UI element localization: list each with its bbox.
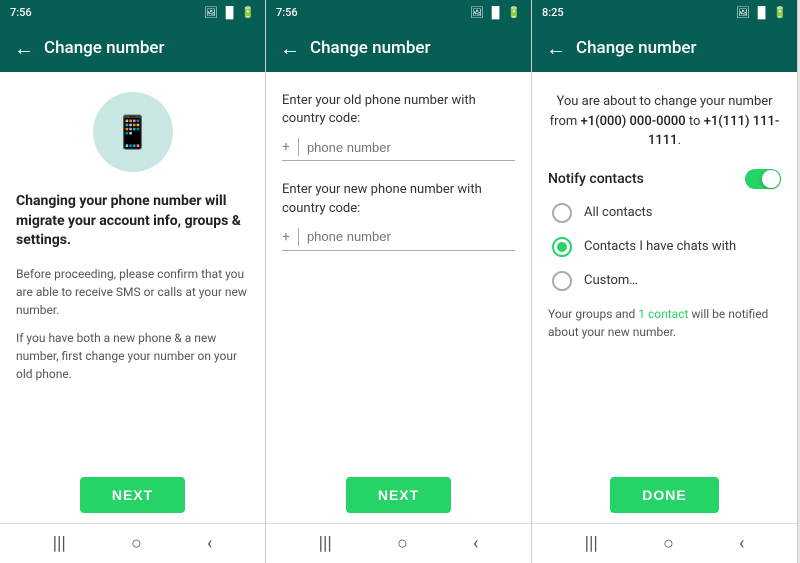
icon-container-1: 📱 [16, 92, 249, 172]
back-button-1[interactable]: ← [14, 36, 34, 61]
screen-3: 8:25 🖼 ▐▌ 🔋 ← Change number You are abou… [532, 0, 798, 563]
bottom-nav-1: ||| ○ ‹ [0, 523, 265, 563]
status-icons-3: 🖼 ▐▌ 🔋 [736, 6, 787, 19]
change-desc-mid: to [686, 114, 704, 129]
content-3: You are about to change your number from… [532, 72, 797, 523]
battery-icon: 🔋 [241, 6, 255, 19]
status-icons-1: 🖼 ▐▌ 🔋 [204, 6, 255, 19]
signal-icon-2: ▐▌ [488, 6, 504, 19]
phone-icon-circle: 📱 [93, 92, 173, 172]
toolbar-1: ← Change number [0, 24, 265, 72]
back-button-3[interactable]: ← [546, 36, 566, 61]
signal-icon-3: ▐▌ [754, 6, 770, 19]
toolbar-3: ← Change number [532, 24, 797, 72]
gallery-icon: 🖼 [204, 6, 218, 19]
old-number-display: +1(000) 000-0000 [581, 114, 686, 129]
back-nav-icon-1[interactable]: ‹ [207, 533, 212, 554]
new-number-label: Enter your new phone number with country… [282, 181, 515, 217]
next-button-1[interactable]: NEXT [80, 477, 185, 513]
divider-new [298, 228, 299, 246]
toolbar-title-2: Change number [310, 38, 431, 58]
radio-custom[interactable]: Custom… [548, 271, 781, 291]
groups-note-pre: Your groups and [548, 307, 638, 321]
main-heading-1: Changing your phone number will migrate … [16, 192, 249, 251]
done-btn-area: DONE [532, 477, 797, 513]
radio-chats-contacts[interactable]: Contacts I have chats with [548, 237, 781, 257]
bottom-nav-2: ||| ○ ‹ [266, 523, 531, 563]
radio-label-3: Custom… [584, 273, 638, 288]
battery-icon-2: 🔋 [507, 6, 521, 19]
next-button-2[interactable]: NEXT [346, 477, 451, 513]
radio-label-1: All contacts [584, 205, 653, 220]
content-2: Enter your old phone number with country… [266, 72, 531, 523]
divider-old [298, 138, 299, 156]
screen-2: 7:56 🖼 ▐▌ 🔋 ← Change number Enter your o… [266, 0, 532, 563]
toggle-thumb [762, 170, 780, 188]
menu-icon-2[interactable]: ||| [319, 533, 332, 554]
plus-sign-new: + [282, 229, 290, 245]
new-phone-input-row: + [282, 228, 515, 251]
home-icon-3[interactable]: ○ [663, 533, 674, 554]
notify-toggle[interactable] [745, 169, 781, 189]
toolbar-title-3: Change number [576, 38, 697, 58]
new-phone-input[interactable] [307, 229, 515, 244]
radio-inner-2 [557, 242, 567, 252]
next-btn-area-2: NEXT [266, 477, 531, 513]
radio-outer-2 [552, 237, 572, 257]
groups-note: Your groups and 1 contact will be notifi… [548, 305, 781, 341]
done-button[interactable]: DONE [610, 477, 718, 513]
menu-icon-3[interactable]: ||| [585, 533, 598, 554]
status-icons-2: 🖼 ▐▌ 🔋 [470, 6, 521, 19]
toolbar-2: ← Change number [266, 24, 531, 72]
old-phone-input[interactable] [307, 140, 515, 155]
plus-sign-old: + [282, 139, 290, 155]
back-button-2[interactable]: ← [280, 36, 300, 61]
next-btn-area-1: NEXT [0, 477, 265, 513]
battery-icon-3: 🔋 [773, 6, 787, 19]
back-nav-icon-2[interactable]: ‹ [473, 533, 478, 554]
gallery-icon-3: 🖼 [736, 6, 750, 19]
time-1: 7:56 [10, 6, 32, 19]
radio-outer-1 [552, 203, 572, 223]
screen-1: 7:56 🖼 ▐▌ 🔋 ← Change number 📱 Changing y… [0, 0, 266, 563]
sub-text-2: If you have both a new phone & a new num… [16, 329, 249, 383]
change-description: You are about to change your number from… [548, 92, 781, 151]
bottom-nav-3: ||| ○ ‹ [532, 523, 797, 563]
content-1: 📱 Changing your phone number will migrat… [0, 72, 265, 523]
old-number-label: Enter your old phone number with country… [282, 92, 515, 128]
old-phone-input-row: + [282, 138, 515, 161]
notify-contacts-row: Notify contacts [548, 169, 781, 189]
change-desc-suffix: . [678, 133, 681, 148]
phone-icon: 📱 [113, 113, 153, 151]
radio-outer-3 [552, 271, 572, 291]
menu-icon-1[interactable]: ||| [53, 533, 66, 554]
status-bar-1: 7:56 🖼 ▐▌ 🔋 [0, 0, 265, 24]
toolbar-title-1: Change number [44, 38, 165, 58]
notify-label: Notify contacts [548, 171, 644, 187]
contact-link[interactable]: 1 contact [638, 307, 688, 321]
back-nav-icon-3[interactable]: ‹ [739, 533, 744, 554]
radio-all-contacts[interactable]: All contacts [548, 203, 781, 223]
status-bar-2: 7:56 🖼 ▐▌ 🔋 [266, 0, 531, 24]
home-icon-2[interactable]: ○ [397, 533, 408, 554]
time-3: 8:25 [542, 6, 564, 19]
time-2: 7:56 [276, 6, 298, 19]
home-icon-1[interactable]: ○ [131, 533, 142, 554]
status-bar-3: 8:25 🖼 ▐▌ 🔋 [532, 0, 797, 24]
radio-label-2: Contacts I have chats with [584, 239, 736, 254]
sub-text-1: Before proceeding, please confirm that y… [16, 265, 249, 319]
signal-icon: ▐▌ [222, 6, 238, 19]
gallery-icon-2: 🖼 [470, 6, 484, 19]
